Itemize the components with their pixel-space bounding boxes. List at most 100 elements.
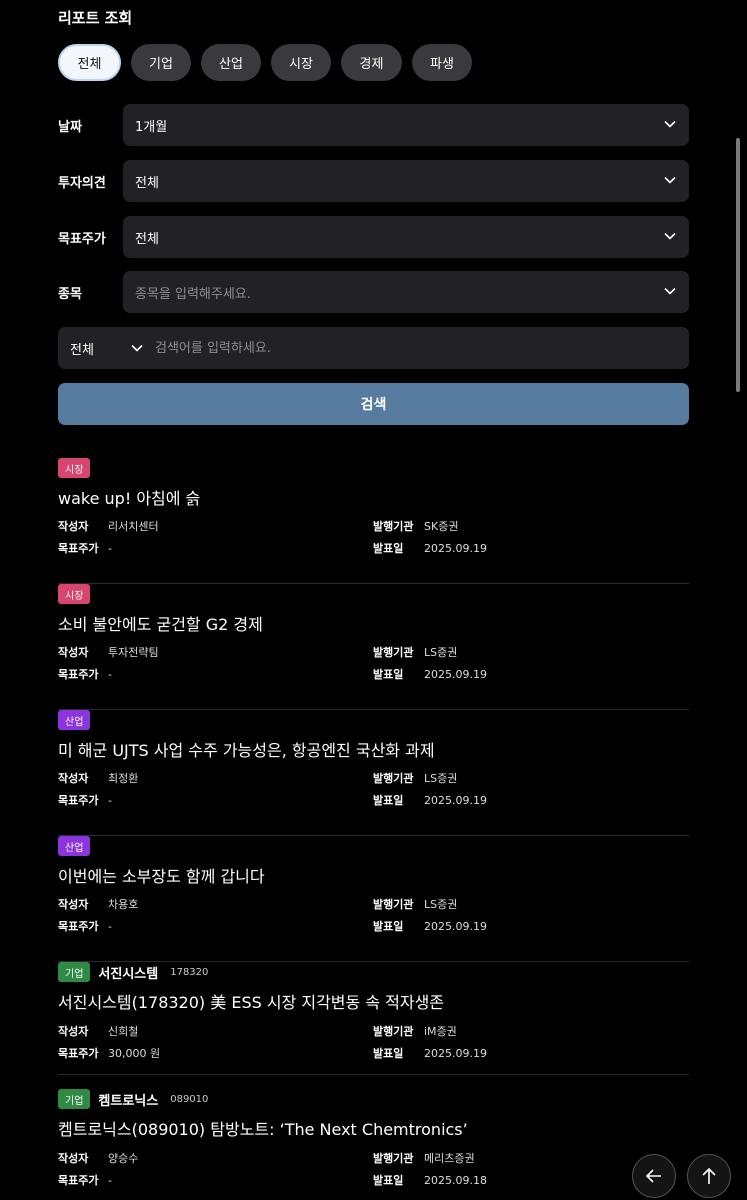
scroll-to-top-button[interactable]: [687, 1154, 731, 1198]
author-label: 작성자: [58, 1152, 89, 1165]
target-value: -: [108, 1174, 112, 1187]
publisher-value: LS증권: [424, 646, 458, 659]
target-label: 목표주가: [58, 1047, 99, 1060]
category-tabs: 전체 기업 산업 시장 경제 파생: [58, 44, 472, 81]
date-filter-row: 날짜 1개월: [58, 104, 689, 146]
target-value: -: [108, 920, 112, 933]
target-price-value: 전체: [135, 231, 159, 247]
tab-derivatives[interactable]: 파생: [412, 44, 472, 81]
report-title[interactable]: wake up! 아침에 슭: [58, 485, 200, 509]
category-badge: 기업: [58, 1089, 91, 1109]
publisher-value: iM증권: [424, 1025, 457, 1038]
report-title[interactable]: 켐트로닉스(089010) 탐방노트: ‘The Next Chemtronic…: [58, 1116, 468, 1140]
report-title[interactable]: 미 해군 UJTS 사업 수주 가능성은, 항공엔진 국산화 과제: [58, 737, 435, 761]
report-item[interactable]: 기업 켐트로닉스 089010 켐트로닉스(089010) 탐방노트: ‘The…: [58, 1089, 689, 1200]
target-label: 목표주가: [58, 668, 99, 681]
category-badge: 산업: [58, 836, 91, 856]
category-badge: 시장: [58, 458, 91, 478]
stock-code: 089010: [170, 1093, 209, 1105]
stock-code: 178320: [170, 966, 209, 978]
report-item[interactable]: 시장 소비 불안에도 굳건할 G2 경제 작성자 투자전략팀 목표주가 - 발행기관…: [58, 584, 689, 710]
report-item[interactable]: 산업 이번에는 소부장도 함께 갑니다 작성자 차용호 목표주가 - 발행기관 LS증…: [58, 836, 689, 962]
target-label: 목표주가: [58, 542, 99, 555]
date-select[interactable]: 1개월: [123, 104, 689, 146]
publisher-value: LS증권: [424, 898, 458, 911]
target-value: -: [108, 794, 112, 807]
search-input[interactable]: [155, 336, 675, 360]
report-title[interactable]: 소비 불안에도 굳건할 G2 경제: [58, 611, 263, 635]
report-title[interactable]: 이번에는 소부장도 함께 갑니다: [58, 863, 265, 887]
chevron-down-icon[interactable]: [130, 341, 144, 355]
publisher-label: 발행기관: [373, 772, 414, 785]
author-value: 신희철: [108, 1025, 139, 1038]
stock-filter-row: 종목 종목을 입력해주세요.: [58, 271, 689, 313]
search-scope-select[interactable]: 전체: [70, 339, 94, 358]
arrow-up-icon: [702, 1167, 716, 1184]
stock-placeholder: 종목을 입력해주세요.: [135, 286, 251, 302]
chevron-down-icon: [664, 287, 676, 295]
target-label: 목표주가: [58, 1174, 99, 1187]
date-label: 발표일: [373, 794, 404, 807]
date-value: 2025.09.19: [424, 542, 487, 555]
arrow-left-icon: [645, 1169, 661, 1183]
target-price-filter-row: 목표주가 전체: [58, 216, 689, 258]
publisher-label: 발행기관: [373, 646, 414, 659]
tab-economy[interactable]: 경제: [341, 44, 402, 81]
category-badge: 시장: [58, 584, 91, 604]
date-label: 발표일: [373, 542, 404, 555]
publisher-label: 발행기관: [373, 520, 414, 533]
category-badge: 산업: [58, 710, 91, 730]
publisher-value: 메리츠증권: [424, 1152, 475, 1165]
date-value: 2025.09.19: [424, 668, 487, 681]
date-label: 발표일: [373, 920, 404, 933]
stock-input[interactable]: 종목을 입력해주세요.: [123, 271, 689, 313]
author-label: 작성자: [58, 898, 89, 911]
date-value: 2025.09.19: [424, 794, 487, 807]
opinion-select[interactable]: 전체: [123, 160, 689, 202]
scrollbar[interactable]: [736, 138, 740, 392]
author-value: 양승수: [108, 1152, 139, 1165]
tab-all[interactable]: 전체: [58, 44, 121, 81]
search-button[interactable]: 검색: [58, 383, 689, 425]
author-value: 최정환: [108, 772, 139, 785]
report-item[interactable]: 산업 미 해군 UJTS 사업 수주 가능성은, 항공엔진 국산화 과제 작성자…: [58, 710, 689, 836]
stock-label: 종목: [58, 287, 82, 302]
report-item[interactable]: 시장 wake up! 아침에 슭 작성자 리서치센터 목표주가 - 발행기관 SK증…: [58, 458, 689, 584]
date-value: 2025.09.19: [424, 920, 487, 933]
publisher-label: 발행기관: [373, 1152, 414, 1165]
tab-market[interactable]: 시장: [271, 44, 331, 81]
chevron-down-icon: [664, 120, 676, 128]
publisher-label: 발행기관: [373, 1025, 414, 1038]
report-item[interactable]: 기업 서진시스템 178320 서진시스템(178320) 美 ESS 시장 지…: [58, 962, 689, 1075]
author-label: 작성자: [58, 1025, 89, 1038]
target-label: 목표주가: [58, 794, 99, 807]
tab-company[interactable]: 기업: [131, 44, 191, 81]
publisher-value: SK증권: [424, 520, 459, 533]
publisher-value: LS증권: [424, 772, 458, 785]
date-value: 2025.09.19: [424, 1047, 487, 1060]
chevron-down-icon: [664, 232, 676, 240]
date-value: 1개월: [135, 119, 168, 135]
category-badge: 기업: [58, 962, 91, 982]
date-value: 2025.09.18: [424, 1174, 487, 1187]
opinion-value: 전체: [135, 175, 159, 191]
author-value: 투자전략팀: [108, 646, 159, 659]
target-price-select[interactable]: 전체: [123, 216, 689, 258]
target-label: 목표주가: [58, 920, 99, 933]
chevron-down-icon: [664, 176, 676, 184]
date-label: 발표일: [373, 1047, 404, 1060]
opinion-label: 투자의견: [58, 176, 106, 191]
back-button[interactable]: [632, 1154, 676, 1198]
date-label: 날짜: [58, 120, 82, 135]
company-name[interactable]: 켐트로닉스: [98, 1090, 158, 1109]
page-title: 리포트 조회: [58, 9, 133, 27]
tab-industry[interactable]: 산업: [201, 44, 261, 81]
author-label: 작성자: [58, 520, 89, 533]
report-title[interactable]: 서진시스템(178320) 美 ESS 시장 지각변동 속 적자생존: [58, 989, 444, 1013]
publisher-label: 발행기관: [373, 898, 414, 911]
date-label: 발표일: [373, 668, 404, 681]
target-price-label: 목표주가: [58, 232, 106, 247]
author-label: 작성자: [58, 772, 89, 785]
company-name[interactable]: 서진시스템: [98, 963, 158, 982]
author-value: 리서치센터: [108, 520, 159, 533]
